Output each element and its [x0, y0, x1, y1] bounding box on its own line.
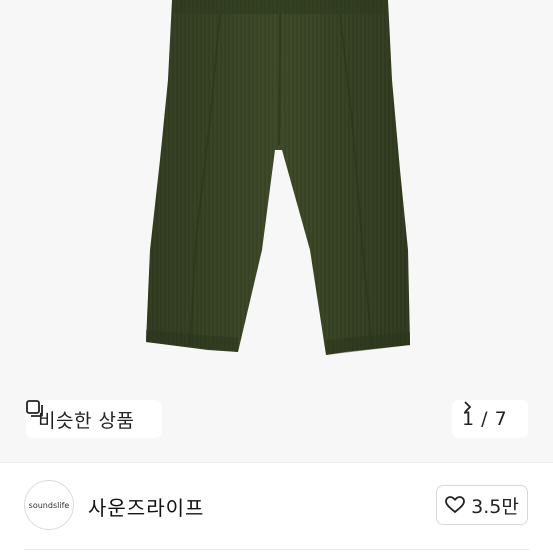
heart-outline-icon [445, 496, 466, 513]
trousers-illustration [146, 0, 410, 355]
like-count: 3.5만 [471, 495, 519, 518]
like-button[interactable]: 3.5만 [436, 485, 528, 525]
seller-row[interactable]: soundslife 사운즈라이프 3.5만 [0, 463, 553, 553]
seller-name[interactable]: 사운즈라이프 [88, 492, 204, 521]
seller-avatar[interactable]: soundslife [24, 480, 74, 530]
similar-items-icon [26, 400, 43, 417]
similar-items-button[interactable]: 비슷한 상품 [26, 400, 162, 438]
product-image[interactable]: 비슷한 상품 1 / 7 [0, 0, 553, 462]
similar-items-label: 비슷한 상품 [38, 409, 135, 432]
chevron-right-icon [464, 401, 472, 413]
image-counter-button[interactable]: 1 / 7 [452, 400, 528, 438]
divider [24, 549, 529, 550]
seller-avatar-text: soundslife [28, 500, 70, 510]
